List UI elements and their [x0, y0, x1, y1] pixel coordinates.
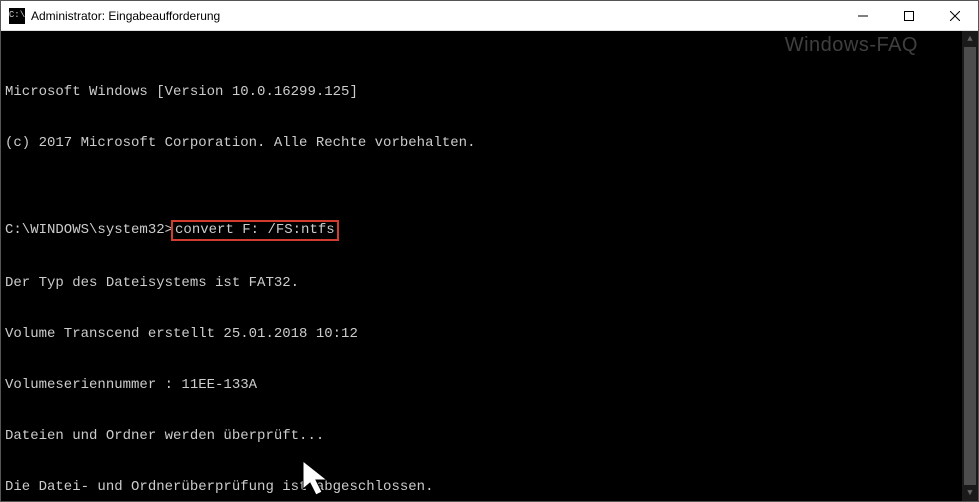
output-line: Microsoft Windows [Version 10.0.16299.12… — [5, 84, 974, 101]
close-button[interactable] — [932, 1, 978, 30]
minimize-button[interactable] — [840, 1, 886, 30]
window-controls — [840, 1, 978, 30]
vertical-scrollbar[interactable]: ▲ ▼ — [962, 31, 978, 501]
output-line: (c) 2017 Microsoft Corporation. Alle Rec… — [5, 135, 974, 152]
cmd-icon-label: C:\ — [9, 11, 25, 20]
minimize-icon — [858, 11, 868, 21]
maximize-button[interactable] — [886, 1, 932, 30]
output-line: Volumeseriennummer : 11EE-133A — [5, 377, 974, 394]
command-highlight: convert F: /FS:ntfs — [171, 220, 339, 241]
watermark-text: Windows-FAQ — [785, 37, 918, 54]
output-line: Die Datei- und Ordnerüberprüfung ist abg… — [5, 479, 974, 496]
command-prompt-window: C:\ Administrator: Eingabeaufforderung W… — [0, 0, 979, 502]
output-line: Dateien und Ordner werden überprüft... — [5, 428, 974, 445]
cmd-icon: C:\ — [9, 8, 25, 24]
close-icon — [950, 11, 960, 21]
output-line: Volume Transcend erstellt 25.01.2018 10:… — [5, 326, 974, 343]
output-line: Der Typ des Dateisystems ist FAT32. — [5, 275, 974, 292]
prompt-path: C:\WINDOWS\system32> — [5, 222, 173, 238]
scroll-up-arrow-icon[interactable]: ▲ — [962, 31, 978, 47]
scroll-down-arrow-icon[interactable]: ▼ — [962, 485, 978, 501]
scrollbar-thumb[interactable] — [964, 47, 976, 485]
maximize-icon — [904, 11, 914, 21]
titlebar[interactable]: C:\ Administrator: Eingabeaufforderung — [1, 1, 978, 31]
prompt-line: C:\WINDOWS\system32>convert F: /FS:ntfs — [5, 220, 974, 241]
terminal-area[interactable]: Windows-FAQ Microsoft Windows [Version 1… — [1, 31, 978, 501]
window-title: Administrator: Eingabeaufforderung — [31, 9, 840, 23]
